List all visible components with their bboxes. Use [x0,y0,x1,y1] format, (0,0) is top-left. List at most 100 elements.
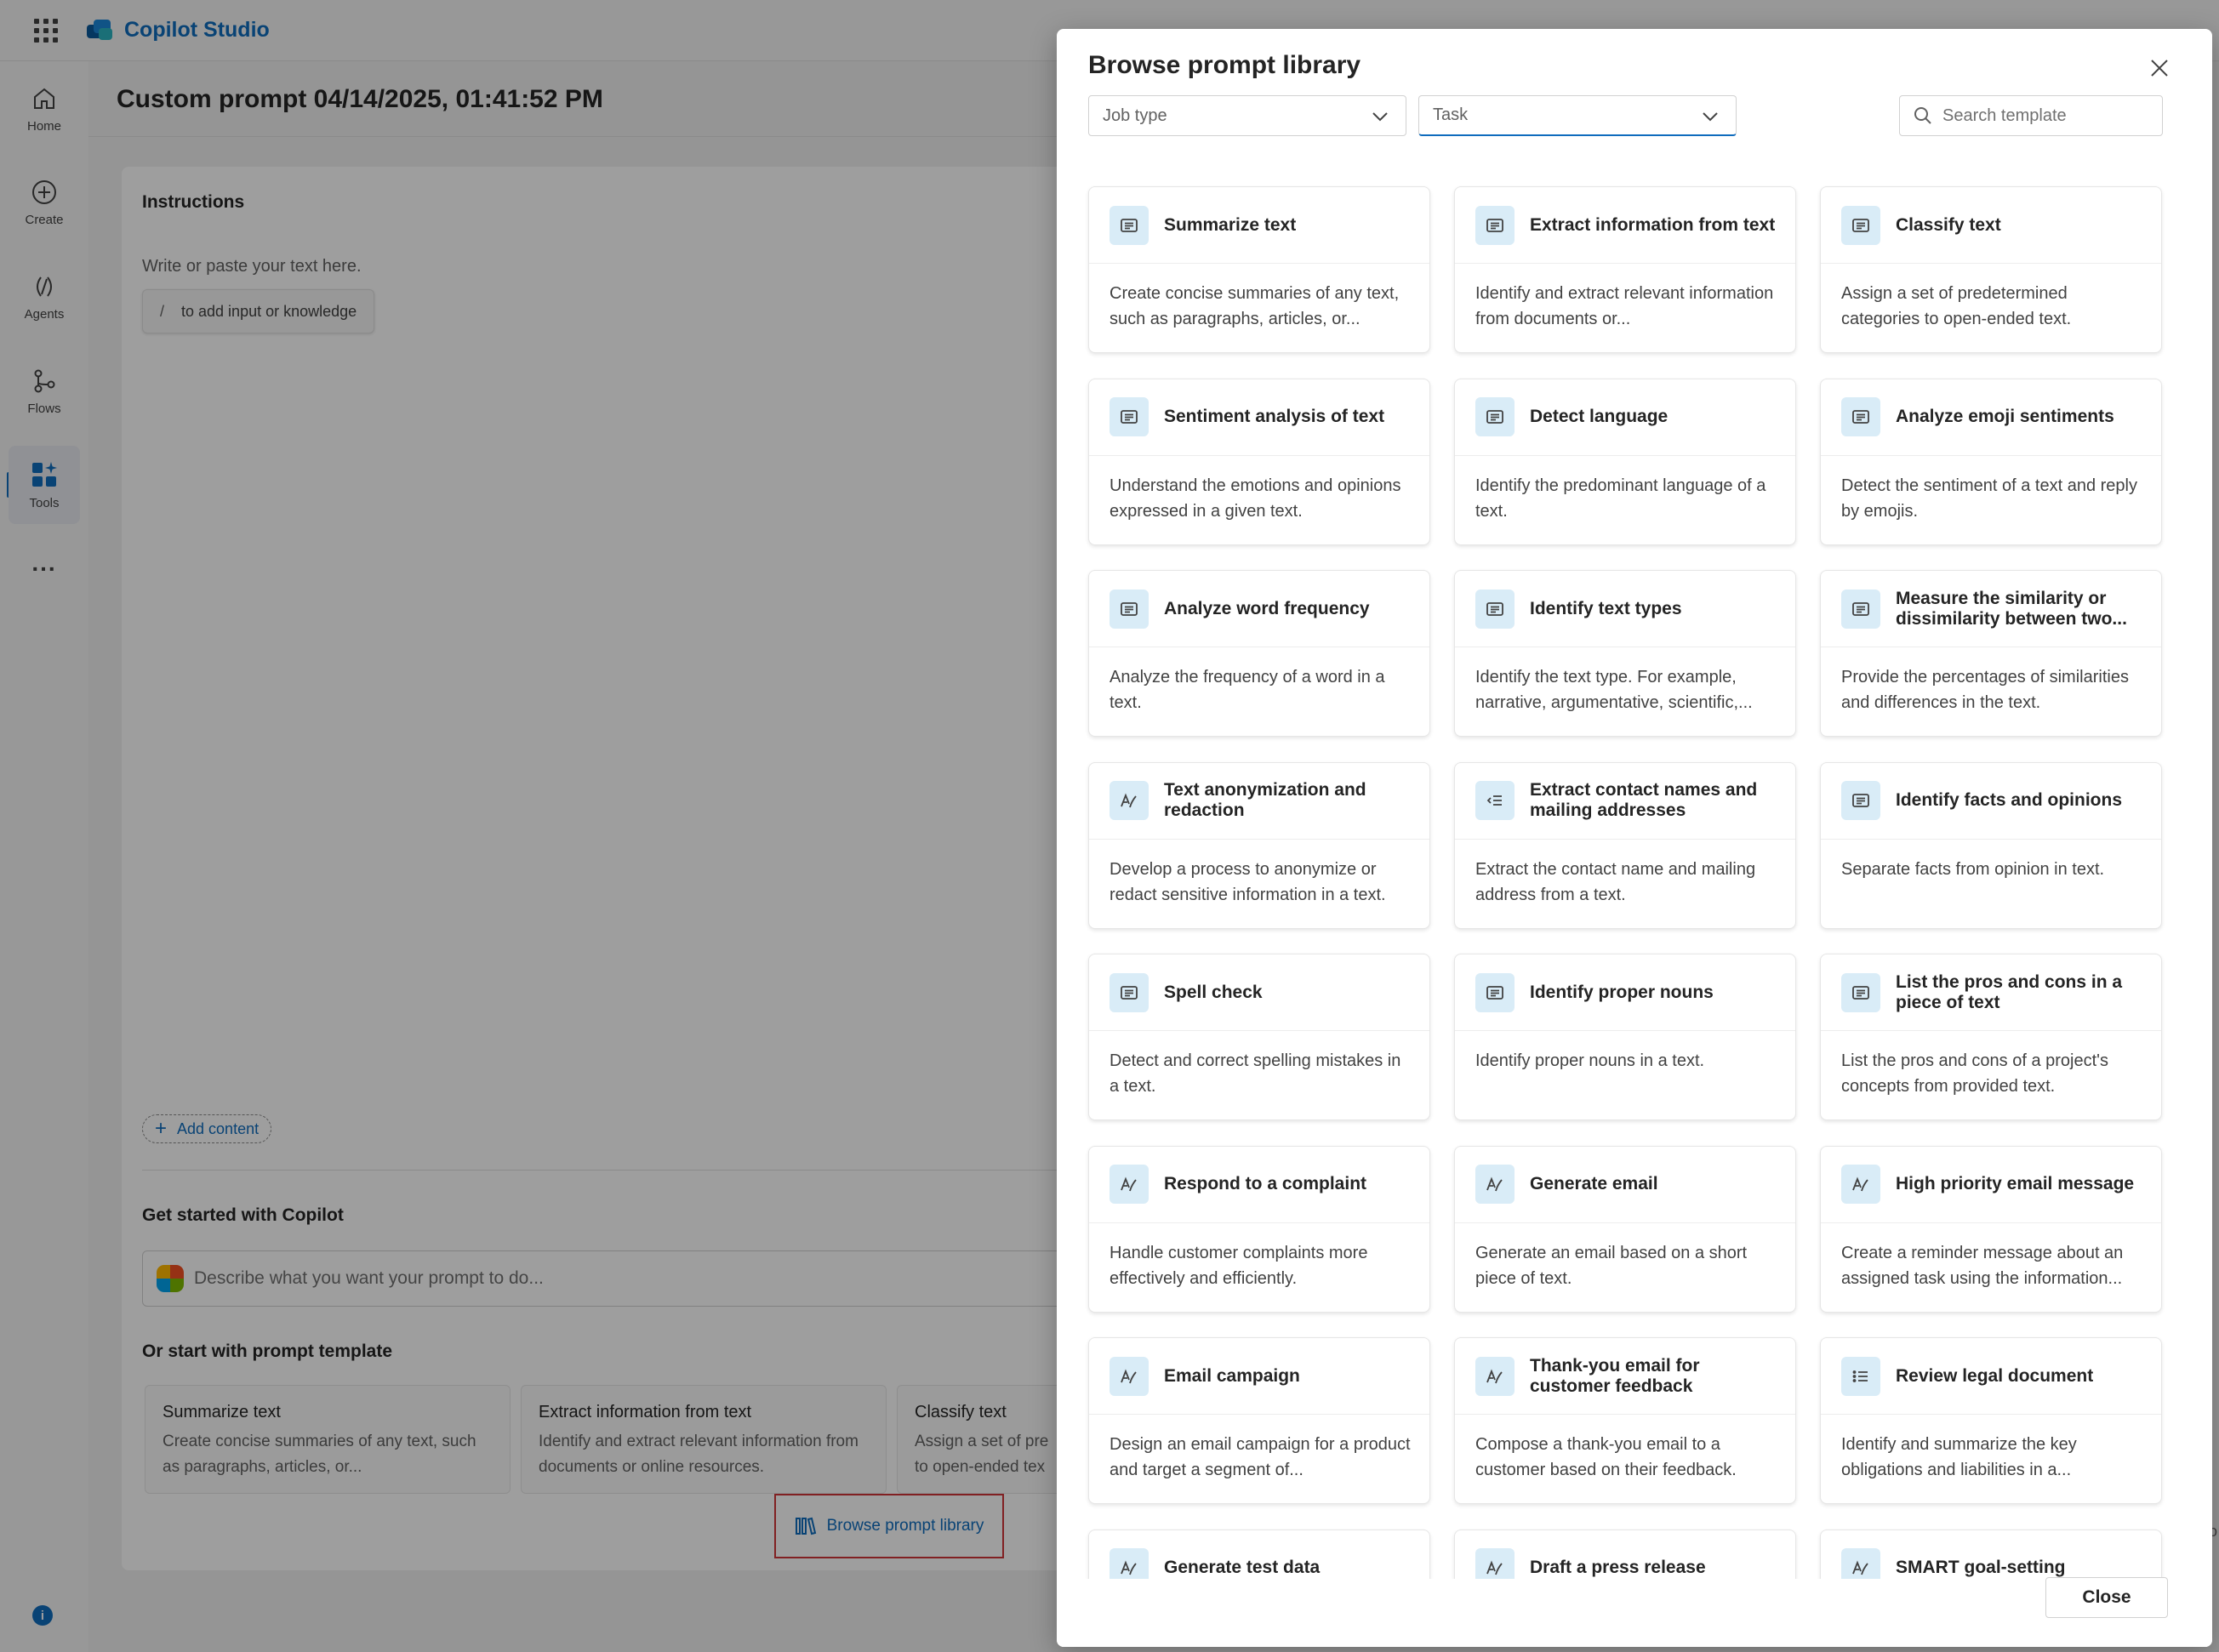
template-card[interactable]: Analyze word frequency Analyze the freque… [1088,570,1430,737]
card-title: Spell check [1164,982,1263,1002]
card-title: Analyze emoji sentiments [1896,407,2114,426]
pen-icon [1110,1548,1149,1579]
card-title: Generate email [1530,1174,1658,1193]
text-doc-icon [1475,205,1515,245]
pen-icon [1475,1548,1515,1579]
card-description: Develop a process to anonymize or redact… [1110,859,1386,904]
card-header: List the pros and cons in a piece of tex… [1821,954,2161,1031]
card-header: Summarize text [1089,187,1429,264]
search-icon [1914,107,1931,124]
card-title: Identify text types [1530,598,1682,618]
template-card[interactable]: Email campaign Design an email campaign f… [1088,1337,1430,1504]
template-card[interactable]: Extract information from text Identify an… [1454,186,1796,353]
card-header: Identify text types [1455,571,1795,647]
template-card[interactable]: List the pros and cons in a piece of tex… [1820,954,2162,1120]
text-doc-icon [1110,397,1149,436]
card-header: Generate email [1455,1147,1795,1223]
search-template-input[interactable]: Search template [1899,95,2163,136]
card-header: Review legal document [1821,1338,2161,1415]
template-card[interactable]: Detect language Identify the predominant … [1454,378,1796,545]
dialog-title: Browse prompt library [1088,51,1361,79]
browse-prompt-library-dialog: Browse prompt library Job type Task Sear… [1057,29,2212,1647]
template-card[interactable]: Classify text Assign a set of predetermin… [1820,186,2162,353]
card-title: SMART goal-setting [1896,1558,2066,1577]
card-description: Understand the emotions and opinions exp… [1110,476,1401,521]
card-title: High priority email message [1896,1174,2135,1193]
job-type-dropdown[interactable]: Job type [1088,95,1406,136]
template-card[interactable]: Identify text types Identify the text typ… [1454,570,1796,737]
template-card[interactable]: Thank-you email for customer feedback Com… [1454,1337,1796,1504]
card-description: Generate an email based on a short piece… [1475,1243,1748,1288]
card-description: Extract the contact name and mailing add… [1475,859,1756,904]
template-card[interactable]: Extract contact names and mailing addres… [1454,761,1796,929]
card-title: Review legal document [1896,1365,2094,1386]
template-card[interactable]: Identify proper nouns Identify proper nou… [1454,954,1796,1120]
card-header: Thank-you email for customer feedback [1455,1338,1795,1415]
card-header: Extract information from text [1455,187,1795,264]
text-doc-icon [1841,589,1880,629]
close-button[interactable]: Close [2045,1577,2168,1618]
text-doc-icon [1110,205,1149,245]
template-card[interactable]: Review legal document Identify and summar… [1820,1337,2162,1504]
card-title: Measure the similarity or dissimilarity … [1896,588,2127,629]
card-title: Sentiment analysis of text [1164,407,1385,426]
pen-icon [1475,1356,1515,1396]
template-card[interactable]: Summarize text Create concise summaries o… [1088,186,1430,353]
card-description: Analyze the frequency of a word in a tex… [1110,668,1385,712]
card-description: Identify and summarize the key obligatio… [1841,1435,2077,1479]
task-dropdown[interactable]: Task [1418,95,1737,136]
text-doc-icon [1110,589,1149,629]
card-description: List the pros and cons of a project's co… [1841,1051,2108,1096]
text-doc-icon [1475,972,1515,1012]
pen-icon [1475,1165,1515,1204]
text-doc-icon [1841,397,1880,436]
card-description: Identify the predominant language of a t… [1475,476,1766,521]
card-title: Detect language [1530,407,1669,426]
card-description: Identify and extract relevant informatio… [1475,284,1774,328]
pen-icon [1110,781,1149,820]
card-description: Separate facts from opinion in text. [1841,859,2105,879]
card-description: Detect the sentiment of a text and reply… [1841,476,2137,521]
template-card[interactable]: SMART goal-setting [1820,1529,2162,1579]
card-title: Draft a press release [1530,1558,1706,1577]
card-title: Thank-you email for customer feedback [1530,1355,1700,1396]
pen-icon [1841,1548,1880,1579]
card-title: Analyze word frequency [1164,598,1370,618]
template-grid: Summarize text Create concise summaries o… [1057,157,2212,1579]
template-card[interactable]: Generate email Generate an email based on… [1454,1145,1796,1313]
template-card[interactable]: High priority email message Create a remi… [1820,1145,2162,1313]
template-card[interactable]: Text anonymization and redaction Develop … [1088,761,1430,929]
card-header: Spell check [1089,954,1429,1031]
card-description: Assign a set of predetermined categories… [1841,284,2072,328]
task-value: Task [1433,105,1469,124]
card-title: Extract contact names and mailing addres… [1530,780,1758,820]
card-header: Extract contact names and mailing addres… [1455,763,1795,840]
card-title: Respond to a complaint [1164,1174,1367,1193]
card-description: Provide the percentages of similarities … [1841,668,2129,712]
template-card[interactable]: Sentiment analysis of text Understand the… [1088,378,1430,545]
text-doc-icon [1475,589,1515,629]
card-description: Create concise summaries of any text, su… [1110,284,1400,328]
job-type-value: Job type [1103,105,1167,125]
card-header: Respond to a complaint [1089,1147,1429,1223]
pen-icon [1110,1165,1149,1204]
template-card[interactable]: Analyze emoji sentiments Detect the senti… [1820,378,2162,545]
card-header: Text anonymization and redaction [1089,763,1429,840]
template-card[interactable]: Respond to a complaint Handle customer co… [1088,1145,1430,1313]
template-card[interactable]: Draft a press release [1454,1529,1796,1579]
chevron-down-icon [1703,112,1718,122]
card-description: Compose a thank-you email to a customer … [1475,1435,1737,1479]
template-card[interactable]: Identify facts and opinions Separate fact… [1820,761,2162,929]
card-header: Draft a press release [1455,1530,1795,1579]
dialog-close-button[interactable] [2146,54,2173,82]
card-description: Identify proper nouns in a text. [1475,1051,1705,1070]
template-card[interactable]: Generate test data [1088,1529,1430,1579]
card-header: Email campaign [1089,1338,1429,1415]
list-icon [1841,1356,1880,1396]
card-description: Handle customer complaints more effectiv… [1110,1243,1368,1288]
template-card[interactable]: Measure the similarity or dissimilarity … [1820,570,2162,737]
template-card[interactable]: Spell check Detect and correct spelling m… [1088,954,1430,1120]
card-header: SMART goal-setting [1821,1530,2161,1579]
card-header: Classify text [1821,187,2161,264]
dialog-footer [1057,1579,2212,1647]
